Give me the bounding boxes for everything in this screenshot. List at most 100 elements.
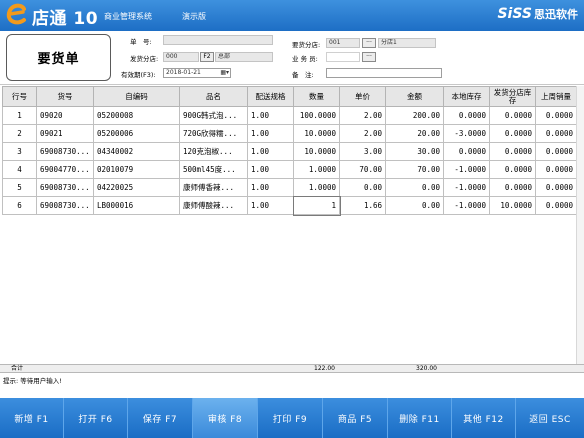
cell-spec[interactable]: 1.00 — [247, 160, 294, 179]
col-header[interactable]: 单价 — [339, 86, 386, 107]
table-row[interactable]: 6 69008730... LB000016 康师傅酸辣... 1.00 1 1.66 0.0… — [2, 195, 577, 216]
cell-branch-stock[interactable]: 0.0000 — [489, 160, 536, 179]
cell-price[interactable]: 3.00 — [339, 142, 386, 161]
col-header[interactable]: 上周销量 — [535, 86, 577, 107]
table-row[interactable]: 4 69004770... 02010079 500ml45度... 1.00 1.000… — [2, 160, 577, 179]
cell-amount[interactable]: 70.00 — [385, 160, 444, 179]
cell-spec[interactable]: 1.00 — [247, 106, 294, 125]
cell-line-no[interactable]: 4 — [2, 160, 37, 179]
cell-local-stock[interactable]: -1.0000 — [443, 178, 490, 197]
ship-branch-code-field[interactable]: 000 — [163, 52, 199, 62]
cell-local-stock[interactable]: -1.0000 — [443, 160, 490, 179]
col-header[interactable]: 发货分店库存 — [489, 86, 536, 107]
ship-branch-f2-button[interactable]: F2 — [200, 52, 214, 62]
cell-item-name[interactable]: 500ml45度... — [179, 160, 248, 179]
table-row[interactable]: 3 69008730... 04340002 120克泡椒... 1.00 10.0000… — [2, 142, 577, 161]
col-header[interactable]: 配送规格 — [247, 86, 294, 107]
col-header[interactable]: 数量 — [293, 86, 340, 107]
cell-price[interactable]: 0.00 — [339, 178, 386, 197]
cell-price[interactable]: 2.00 — [339, 106, 386, 125]
cell-self-code[interactable]: 05200006 — [93, 124, 180, 143]
col-header[interactable]: 金额 — [385, 86, 444, 107]
cell-qty[interactable]: 1 — [292, 195, 341, 216]
cell-self-code[interactable]: 04340002 — [93, 142, 180, 161]
col-header[interactable]: 自编码 — [93, 86, 180, 107]
cell-qty[interactable]: 10.0000 — [293, 124, 340, 143]
col-header[interactable]: 行号 — [2, 86, 37, 107]
staff-field[interactable] — [326, 52, 360, 62]
cell-last-week-sales[interactable]: 0.0000 — [535, 196, 577, 215]
table-row[interactable]: 1 09020 05200008 900G韩式泡... 1.00 100.0000 2.00… — [2, 106, 577, 125]
cell-last-week-sales[interactable]: 0.0000 — [535, 160, 577, 179]
valid-date-field[interactable]: 2018-01-21 ▦▾ — [163, 68, 231, 78]
cell-branch-stock[interactable]: 0.0000 — [489, 178, 536, 197]
cell-local-stock[interactable]: -1.0000 — [443, 196, 490, 215]
col-header[interactable]: 本地库存 — [443, 86, 490, 107]
cell-item-code[interactable]: 09020 — [36, 106, 94, 125]
cell-item-code[interactable]: 69008730... — [36, 196, 94, 215]
table-row[interactable]: 2 09021 05200006 720G欣得糯... 1.00 10.0000 2.00 2… — [2, 124, 577, 143]
cell-item-name[interactable]: 120克泡椒... — [179, 142, 248, 161]
new-button[interactable]: 新增 F1 — [0, 398, 64, 438]
cell-item-name[interactable]: 康师傅香辣... — [179, 178, 248, 197]
cell-line-no[interactable]: 3 — [2, 142, 37, 161]
other-button[interactable]: 其他 F12 — [452, 398, 516, 438]
cell-price[interactable]: 2.00 — [339, 124, 386, 143]
staff-more-button[interactable]: ··· — [362, 52, 376, 62]
vertical-scrollbar[interactable] — [576, 86, 584, 364]
remark-field[interactable] — [326, 68, 442, 78]
cell-amount[interactable]: 20.00 — [385, 124, 444, 143]
cell-item-code[interactable]: 69004770... — [36, 160, 94, 179]
cell-local-stock[interactable]: -3.0000 — [443, 124, 490, 143]
cell-qty[interactable]: 10.0000 — [293, 142, 340, 161]
cell-item-name[interactable]: 康师傅酸辣... — [179, 196, 248, 215]
cell-line-no[interactable]: 1 — [2, 106, 37, 125]
col-header[interactable]: 品名 — [179, 86, 248, 107]
cell-line-no[interactable]: 6 — [2, 196, 37, 215]
cell-self-code[interactable]: 05200008 — [93, 106, 180, 125]
open-button[interactable]: 打开 F6 — [64, 398, 128, 438]
cell-spec[interactable]: 1.00 — [247, 124, 294, 143]
table-row[interactable]: 5 69008730... 04220025 康师傅香辣... 1.00 1.0000 0.… — [2, 178, 577, 197]
cell-spec[interactable]: 1.00 — [247, 142, 294, 161]
cell-local-stock[interactable]: 0.0000 — [443, 106, 490, 125]
calendar-dropdown-icon[interactable]: ▦▾ — [220, 69, 229, 77]
cell-item-name[interactable]: 900G韩式泡... — [179, 106, 248, 125]
cell-self-code[interactable]: 02010079 — [93, 160, 180, 179]
return-button[interactable]: 返回 ESC — [516, 398, 584, 438]
cell-item-code[interactable]: 69008730... — [36, 142, 94, 161]
cell-spec[interactable]: 1.00 — [247, 178, 294, 197]
cell-line-no[interactable]: 2 — [2, 124, 37, 143]
cell-branch-stock[interactable]: 10.0000 — [489, 196, 536, 215]
req-branch-more-button[interactable]: ··· — [362, 38, 376, 48]
cell-branch-stock[interactable]: 0.0000 — [489, 142, 536, 161]
req-branch-code-field[interactable]: 001 — [326, 38, 360, 48]
cell-amount[interactable]: 30.00 — [385, 142, 444, 161]
cell-qty[interactable]: 1.0000 — [293, 160, 340, 179]
cell-last-week-sales[interactable]: 0.0000 — [535, 124, 577, 143]
save-button[interactable]: 保存 F7 — [128, 398, 193, 438]
cell-line-no[interactable]: 5 — [2, 178, 37, 197]
col-header[interactable]: 货号 — [36, 86, 94, 107]
cell-qty[interactable]: 1.0000 — [293, 178, 340, 197]
cell-qty[interactable]: 100.0000 — [293, 106, 340, 125]
approve-button[interactable]: 审核 F8 — [193, 398, 258, 438]
cell-self-code[interactable]: LB000016 — [93, 196, 180, 215]
order-no-field[interactable] — [163, 35, 273, 45]
cell-spec[interactable]: 1.00 — [247, 196, 294, 215]
print-button[interactable]: 打印 F9 — [258, 398, 323, 438]
cell-last-week-sales[interactable]: 0.0000 — [535, 142, 577, 161]
cell-self-code[interactable]: 04220025 — [93, 178, 180, 197]
cell-item-code[interactable]: 69008730... — [36, 178, 94, 197]
cell-amount[interactable]: 0.00 — [385, 178, 444, 197]
cell-amount[interactable]: 0.00 — [385, 196, 444, 215]
product-button[interactable]: 商品 F5 — [323, 398, 388, 438]
cell-price[interactable]: 1.66 — [339, 196, 386, 215]
delete-button[interactable]: 删除 F11 — [388, 398, 452, 438]
cell-last-week-sales[interactable]: 0.0000 — [535, 178, 577, 197]
cell-item-code[interactable]: 09021 — [36, 124, 94, 143]
cell-branch-stock[interactable]: 0.0000 — [489, 106, 536, 125]
cell-item-name[interactable]: 720G欣得糯... — [179, 124, 248, 143]
cell-branch-stock[interactable]: 0.0000 — [489, 124, 536, 143]
cell-amount[interactable]: 200.00 — [385, 106, 444, 125]
